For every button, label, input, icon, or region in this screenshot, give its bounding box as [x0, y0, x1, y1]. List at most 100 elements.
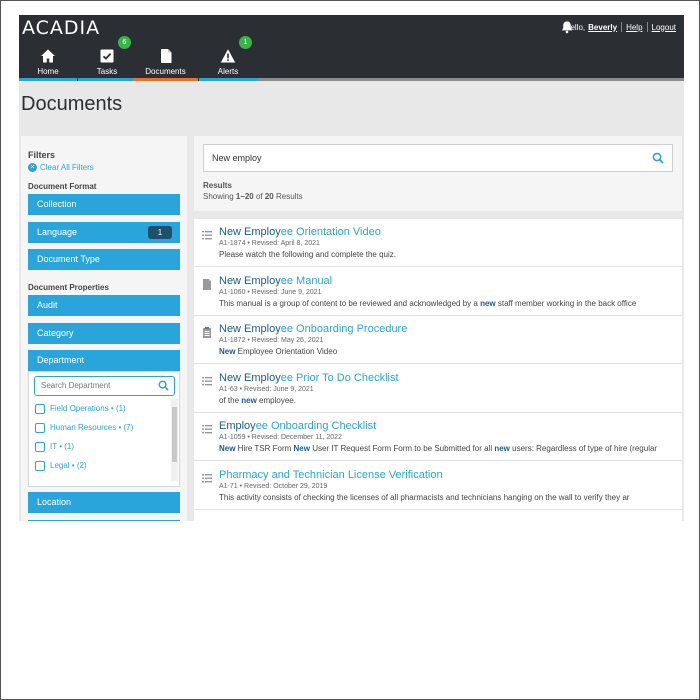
result-title-link[interactable]: New Employee Orientation Video — [219, 226, 381, 238]
nav-tab-alerts[interactable]: 1 Alerts — [199, 36, 257, 81]
description-text: This activity consists of checking the l… — [219, 492, 630, 502]
nav-tab-tasks[interactable]: 6 Tasks — [78, 36, 136, 81]
result-item[interactable]: New Employee Orientation Video A1-1874 • … — [194, 219, 682, 267]
highlighted-term: new — [241, 395, 257, 405]
result-title-link[interactable]: New Employee Prior To Do Checklist — [219, 372, 399, 384]
result-meta: A1-1874 • Revised: April 8, 2021 — [219, 240, 320, 247]
highlighted-term: New Employ — [219, 274, 281, 287]
department-search-input[interactable]: Search Department — [34, 376, 175, 396]
result-meta: A1-1872 • Revised: May 26, 2021 — [219, 337, 324, 344]
result-description: New Hire TSR Form New User IT Request Fo… — [219, 444, 657, 453]
description-text: Employee Orientation Video — [235, 347, 338, 356]
highlighted-term: New — [293, 444, 310, 453]
language-count-badge: 1 — [148, 226, 172, 239]
of-text: of — [255, 192, 263, 201]
results-list: New Employee Orientation Video A1-1874 • … — [194, 219, 682, 521]
description-text: Hire TSR Form — [235, 444, 294, 453]
filters-panel: Filters × Clear All Filters Document For… — [21, 136, 187, 521]
checkbox[interactable] — [35, 422, 45, 433]
filter-category-button[interactable]: Category — [28, 323, 180, 344]
showing-prefix: Showing — [203, 192, 234, 201]
clear-all-filters-link[interactable]: × Clear All Filters — [28, 163, 94, 172]
results-suffix: Results — [276, 192, 303, 201]
result-item[interactable]: Pharmacy and Technician License Verifica… — [194, 462, 682, 510]
highlighted-term: New Employ — [219, 371, 281, 384]
highlighted-term: New Employ — [219, 323, 281, 335]
alerts-badge: 1 — [239, 36, 252, 49]
result-title-text: ee Orientation Video — [280, 226, 381, 238]
department-option[interactable]: IT • (1) — [29, 437, 169, 456]
highlighted-term: new — [480, 298, 496, 308]
department-scrollbar[interactable] — [171, 399, 178, 481]
document-search-input[interactable]: New employ — [203, 144, 673, 172]
result-title-text: Pharmacy and Technician License Verifica… — [219, 468, 443, 481]
nav-tab-label: Documents — [145, 67, 186, 76]
result-title-link[interactable]: New Employee Onboarding Procedure — [219, 323, 407, 335]
search-query: New employ — [212, 153, 262, 163]
department-option[interactable]: Field Operations • (1) — [29, 399, 169, 418]
main-nav: Home 6 Tasks Documents 1 Alerts — [19, 36, 684, 81]
department-option[interactable]: Human Resources • (7) — [29, 418, 169, 437]
nav-tab-label: Alerts — [217, 67, 239, 76]
filter-document-type-button[interactable]: Document Type — [28, 249, 180, 270]
result-description: This activity consists of checking the l… — [219, 493, 629, 502]
results-count: Showing 1–20 of 20 Results — [203, 192, 303, 201]
filter-collection-button[interactable]: Collection — [28, 194, 180, 215]
highlighted-term: New — [219, 444, 236, 453]
department-option-label: Legal • (2) — [50, 461, 87, 470]
department-list: Field Operations • (1) Human Resources •… — [29, 399, 169, 479]
document-icon — [160, 49, 171, 63]
search-card: New employ Results Showing 1–20 of 20 Re… — [194, 136, 682, 211]
help-link[interactable]: Help — [626, 23, 642, 32]
description-text: employee. — [256, 395, 296, 405]
description-text: staff member working in the back office — [495, 298, 637, 308]
department-option[interactable]: Legal • (2) — [29, 456, 169, 475]
tab-indicator — [19, 78, 77, 81]
result-item[interactable]: New Employee Onboarding Procedure A1-1872… — [194, 316, 682, 364]
result-item[interactable]: New Employee Prior To Do Checklist A1-63 … — [194, 365, 682, 413]
user-name-link[interactable]: Beverly — [588, 23, 617, 32]
nav-tab-label: Home — [37, 67, 59, 76]
results-label: Results — [203, 181, 232, 190]
search-icon[interactable] — [158, 380, 169, 391]
scrollbar-thumb[interactable] — [172, 407, 177, 462]
book-icon — [202, 277, 212, 290]
result-title-link[interactable]: Pharmacy and Technician License Verifica… — [219, 469, 443, 481]
department-option-label: Field Operations • (1) — [50, 404, 126, 413]
description-text: of the — [219, 395, 242, 405]
result-item[interactable]: New Employee Manual A1-1060 • Revised: Ju… — [194, 268, 682, 316]
filter-language-button[interactable]: Language 1 — [28, 222, 180, 243]
checkbox[interactable] — [35, 460, 45, 471]
list-icon — [202, 471, 212, 482]
tasks-badge: 6 — [118, 36, 131, 49]
result-title-link[interactable]: Employee Onboarding Checklist — [219, 420, 376, 432]
document-format-label: Document Format — [28, 182, 97, 191]
result-meta: A1-1059 • Revised: December 11, 2022 — [219, 434, 342, 441]
filter-audit-button[interactable]: Audit — [28, 295, 180, 316]
result-description: New Employee Orientation Video — [219, 347, 337, 356]
nav-underline — [257, 78, 684, 81]
checkbox[interactable] — [35, 403, 45, 414]
filter-department-button[interactable]: Department — [28, 350, 180, 371]
description-text: Please watch the following and complete … — [219, 250, 396, 259]
highlighted-term: Employ — [219, 420, 256, 432]
nav-tab-documents[interactable]: Documents — [133, 42, 198, 81]
filter-location-button[interactable]: Location — [28, 492, 180, 513]
logout-link[interactable]: Logout — [652, 23, 676, 32]
nav-tab-home[interactable]: Home — [19, 42, 77, 81]
app-window: ACADIA Hello, Beverly Help Logout Home 6… — [19, 15, 684, 521]
tab-indicator — [78, 78, 136, 81]
result-title-link[interactable]: New Employee Manual — [219, 275, 332, 287]
search-icon[interactable] — [652, 152, 664, 164]
filter-next-button[interactable] — [28, 520, 180, 521]
highlighted-term: New Employ — [219, 226, 281, 238]
page-title: Documents — [21, 93, 123, 115]
list-icon — [202, 422, 212, 434]
tab-indicator — [133, 78, 198, 81]
user-links: Hello, Beverly Help Logout — [565, 22, 676, 32]
checkbox[interactable] — [35, 441, 45, 452]
screenshot-frame: ACADIA Hello, Beverly Help Logout Home 6… — [0, 0, 700, 700]
result-meta: A1-63 • Revised: June 9, 2021 — [219, 385, 314, 393]
result-item[interactable]: Employee Onboarding Checklist A1-1059 • R… — [194, 413, 682, 461]
acadia-logo[interactable]: ACADIA — [22, 17, 100, 39]
